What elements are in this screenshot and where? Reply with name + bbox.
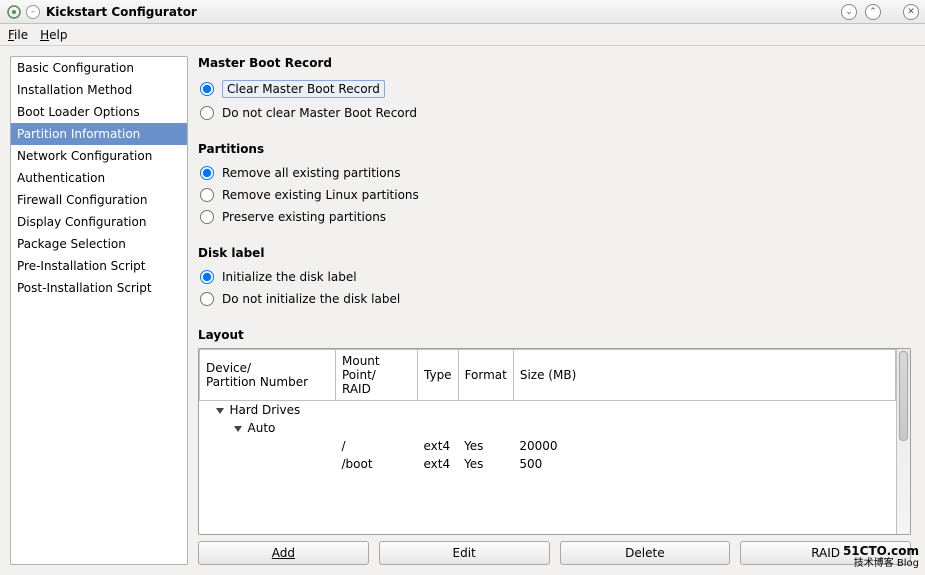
tree-row-hard-drives[interactable]: Hard Drives — [200, 401, 896, 420]
radio-label: Preserve existing partitions — [222, 210, 386, 224]
col-type[interactable]: Type — [418, 350, 459, 401]
cell-mount: / — [336, 437, 418, 455]
radio-group-mbr: Clear Master Boot Record Do not clear Ma… — [198, 76, 911, 124]
section-title-mbr: Master Boot Record — [198, 56, 911, 70]
sidebar-item-post-installation-script[interactable]: Post-Installation Script — [11, 277, 187, 299]
radio-init-disklabel[interactable]: Initialize the disk label — [198, 266, 911, 288]
cell-format: Yes — [458, 437, 513, 455]
radio-label: Do not initialize the disk label — [222, 292, 400, 306]
cell-type: ext4 — [418, 437, 459, 455]
scrollbar-thumb[interactable] — [899, 351, 908, 441]
cell-mount: /boot — [336, 455, 418, 473]
radio-input-remove-linux[interactable] — [200, 188, 214, 202]
radio-no-clear-mbr[interactable]: Do not clear Master Boot Record — [198, 102, 911, 124]
radio-input-no-init-disklabel[interactable] — [200, 292, 214, 306]
radio-label: Initialize the disk label — [222, 270, 357, 284]
app-icon — [6, 4, 22, 20]
menubar: File Help — [0, 24, 925, 46]
sidebar-item-pre-installation-script[interactable]: Pre-Installation Script — [11, 255, 187, 277]
section-title-layout: Layout — [198, 328, 911, 342]
raid-button[interactable]: RAID — [740, 541, 911, 565]
tree-label: Auto — [248, 421, 276, 435]
tree-row-auto[interactable]: Auto — [200, 419, 896, 437]
col-mount[interactable]: Mount Point/RAID — [336, 350, 418, 401]
radio-label: Clear Master Boot Record — [222, 80, 385, 98]
sidebar: Basic Configuration Installation Method … — [10, 56, 188, 565]
sidebar-item-partition-information[interactable]: Partition Information — [11, 123, 187, 145]
menu-help[interactable]: Help — [40, 28, 67, 42]
content-area: Master Boot Record Clear Master Boot Rec… — [198, 56, 915, 565]
radio-input-remove-all[interactable] — [200, 166, 214, 180]
sidebar-item-boot-loader-options[interactable]: Boot Loader Options — [11, 101, 187, 123]
window-title: Kickstart Configurator — [46, 5, 841, 19]
scrollbar-vertical[interactable] — [896, 349, 910, 534]
minimize-button[interactable]: ⌄ — [841, 4, 857, 20]
sidebar-item-package-selection[interactable]: Package Selection — [11, 233, 187, 255]
close-button[interactable]: ✕ — [903, 4, 919, 20]
col-device[interactable]: Device/Partition Number — [200, 350, 336, 401]
col-size[interactable]: Size (MB) — [513, 350, 895, 401]
cell-size: 500 — [513, 455, 895, 473]
window-buttons: ⌄ ⌃ ✕ — [841, 4, 919, 20]
sidebar-item-display-configuration[interactable]: Display Configuration — [11, 211, 187, 233]
edit-button[interactable]: Edit — [379, 541, 550, 565]
tree-toggle-icon[interactable] — [216, 408, 224, 414]
radio-no-init-disklabel[interactable]: Do not initialize the disk label — [198, 288, 911, 310]
partition-table: Device/Partition Number Mount Point/RAID… — [198, 348, 911, 535]
cell-size: 20000 — [513, 437, 895, 455]
layout-section: Device/Partition Number Mount Point/RAID… — [198, 348, 911, 565]
radio-label: Remove all existing partitions — [222, 166, 400, 180]
radio-label: Remove existing Linux partitions — [222, 188, 419, 202]
cell-format: Yes — [458, 455, 513, 473]
radio-clear-mbr[interactable]: Clear Master Boot Record — [198, 76, 911, 102]
radio-label: Do not clear Master Boot Record — [222, 106, 417, 120]
menu-file[interactable]: File — [8, 28, 28, 42]
delete-button[interactable]: Delete — [560, 541, 731, 565]
radio-remove-linux[interactable]: Remove existing Linux partitions — [198, 184, 911, 206]
table-row[interactable]: / ext4 Yes 20000 — [200, 437, 896, 455]
radio-input-no-clear-mbr[interactable] — [200, 106, 214, 120]
title-state-icon: – — [26, 5, 40, 19]
sidebar-item-network-configuration[interactable]: Network Configuration — [11, 145, 187, 167]
add-button[interactable]: Add — [198, 541, 369, 565]
radio-input-clear-mbr[interactable] — [200, 82, 214, 96]
radio-group-partitions: Remove all existing partitions Remove ex… — [198, 162, 911, 228]
radio-preserve[interactable]: Preserve existing partitions — [198, 206, 911, 228]
col-format[interactable]: Format — [458, 350, 513, 401]
tree-toggle-icon[interactable] — [234, 426, 242, 432]
tree-label: Hard Drives — [230, 403, 301, 417]
radio-group-disklabel: Initialize the disk label Do not initial… — [198, 266, 911, 310]
radio-input-init-disklabel[interactable] — [200, 270, 214, 284]
section-title-partitions: Partitions — [198, 142, 911, 156]
sidebar-item-basic-configuration[interactable]: Basic Configuration — [11, 57, 187, 79]
main-area: Basic Configuration Installation Method … — [0, 46, 925, 575]
sidebar-item-firewall-configuration[interactable]: Firewall Configuration — [11, 189, 187, 211]
titlebar: – Kickstart Configurator ⌄ ⌃ ✕ — [0, 0, 925, 24]
radio-input-preserve[interactable] — [200, 210, 214, 224]
sidebar-item-installation-method[interactable]: Installation Method — [11, 79, 187, 101]
radio-remove-all[interactable]: Remove all existing partitions — [198, 162, 911, 184]
table-row[interactable]: /boot ext4 Yes 500 — [200, 455, 896, 473]
maximize-button[interactable]: ⌃ — [865, 4, 881, 20]
button-row: Add Edit Delete RAID — [198, 541, 911, 565]
section-title-disklabel: Disk label — [198, 246, 911, 260]
cell-type: ext4 — [418, 455, 459, 473]
sidebar-item-authentication[interactable]: Authentication — [11, 167, 187, 189]
